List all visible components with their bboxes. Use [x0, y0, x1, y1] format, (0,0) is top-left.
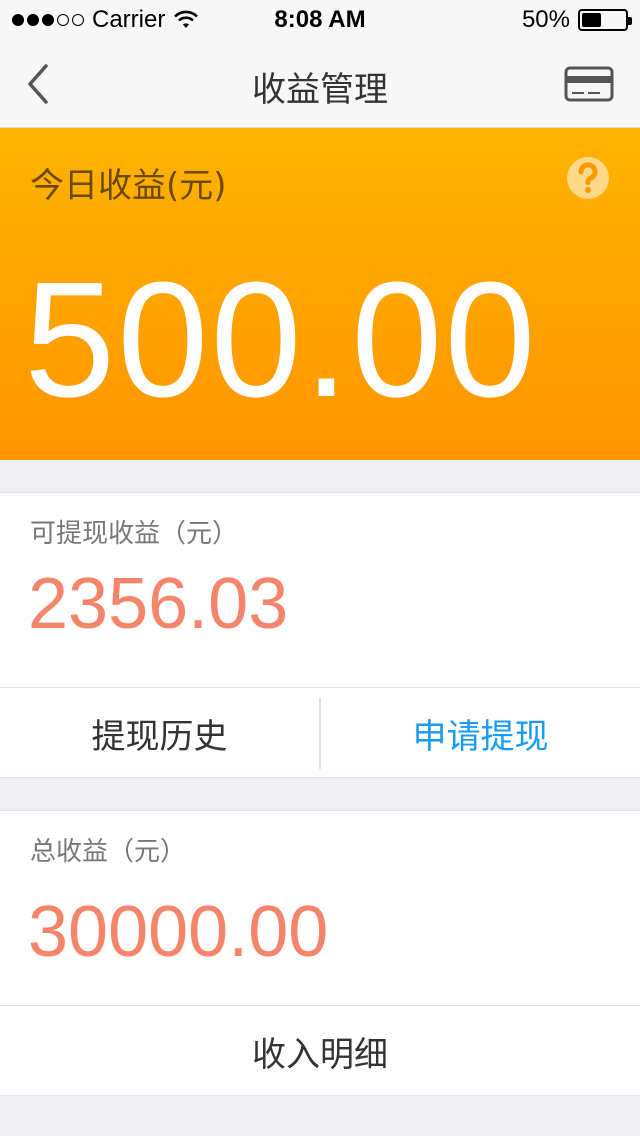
- question-mark-icon[interactable]: [566, 156, 610, 200]
- withdraw-history-button[interactable]: 提现历史: [0, 688, 319, 779]
- total-earnings-amount: 30000.00: [28, 892, 329, 972]
- today-earnings-panel: 今日收益(元) 500.00: [0, 128, 640, 460]
- battery-fill: [582, 13, 601, 27]
- income-details-button[interactable]: 收入明细: [0, 1005, 640, 1097]
- today-earnings-amount: 500.00: [24, 248, 538, 431]
- withdrawable-card: 可提现收益（元） 2356.03 提现历史 申请提现: [0, 492, 640, 778]
- total-earnings-card: 总收益（元） 30000.00 收入明细: [0, 810, 640, 1096]
- nav-bar: 收益管理: [0, 40, 640, 128]
- bank-card-icon[interactable]: [564, 66, 614, 102]
- total-earnings-label: 总收益（元）: [30, 837, 187, 867]
- page-title: 收益管理: [252, 70, 388, 110]
- status-bar: Carrier 8:08 AM 50%: [0, 0, 640, 40]
- battery-percent: 50%: [521, 6, 570, 33]
- battery-icon: [578, 9, 632, 31]
- withdraw-actions: 提现历史 申请提现: [0, 687, 640, 779]
- withdrawable-amount: 2356.03: [28, 564, 289, 644]
- withdrawable-label: 可提现收益（元）: [30, 519, 239, 549]
- today-earnings-label: 今日收益(元): [30, 166, 227, 206]
- apply-withdraw-button[interactable]: 申请提现: [321, 688, 640, 779]
- status-right: 50%: [521, 6, 632, 34]
